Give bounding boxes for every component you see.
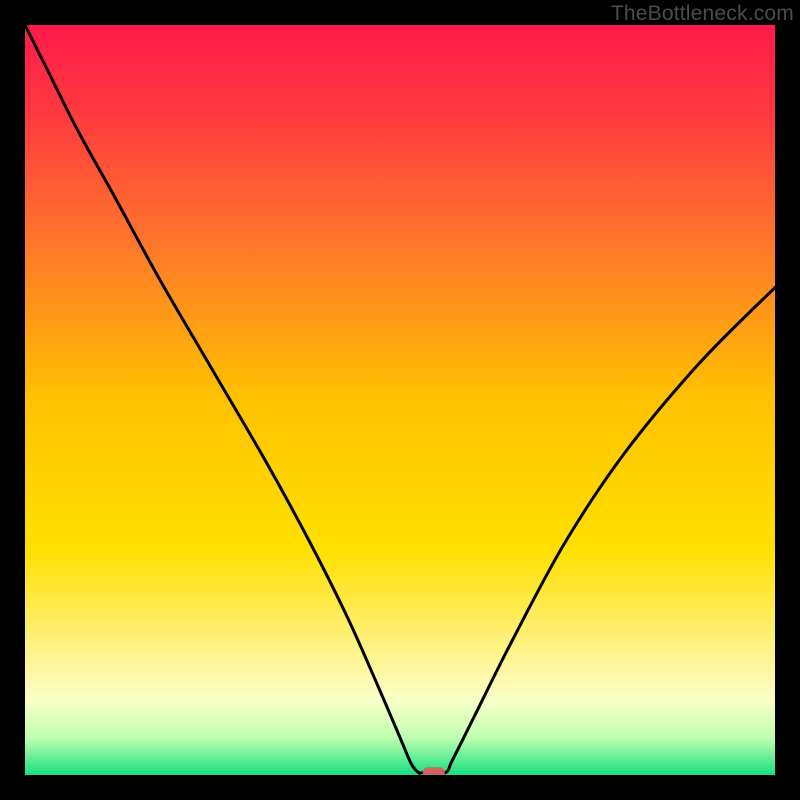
gradient-background xyxy=(25,25,775,775)
watermark-label: TheBottleneck.com xyxy=(611,2,794,26)
chart-container xyxy=(25,25,775,775)
bottleneck-chart xyxy=(25,25,775,775)
optimal-point-marker xyxy=(423,767,445,775)
